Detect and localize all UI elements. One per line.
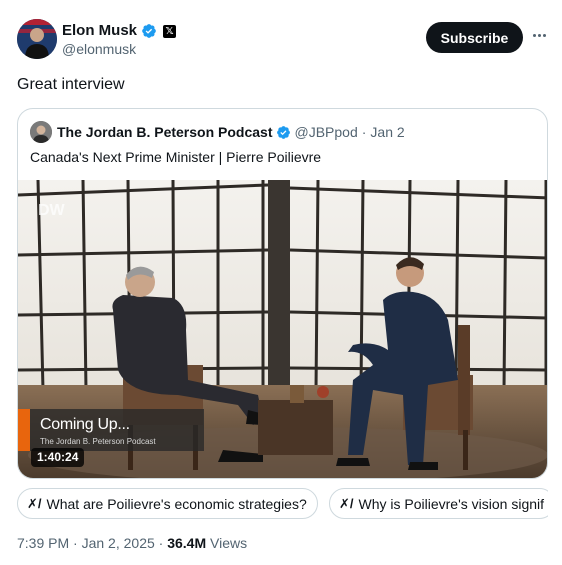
grok-suggestions: ✗/ What are Poilievre's economic strateg… [17, 488, 548, 520]
author-handle[interactable]: @elonmusk [62, 41, 136, 57]
subscribe-button[interactable]: Subscribe [426, 22, 523, 53]
quoted-tweet[interactable]: The Jordan B. Peterson Podcast @JBPpod ·… [17, 108, 548, 479]
author-name-row: Elon Musk 𝕏 [62, 22, 177, 40]
video-watermark: DW [38, 202, 66, 219]
quoted-author-avatar [30, 121, 52, 143]
author-avatar[interactable] [17, 19, 57, 59]
video-player[interactable]: DW Coming Up... The Jordan B. Peterson P… [18, 180, 547, 478]
overlay-title: Coming Up... [40, 416, 130, 433]
grok-icon: ✗/ [27, 495, 42, 511]
views-label: Views [210, 535, 248, 551]
author-display-name[interactable]: Elon Musk [62, 22, 137, 40]
quoted-author-handle: @JBPpod [294, 124, 358, 140]
quoted-tweet-header: The Jordan B. Peterson Podcast @JBPpod ·… [30, 121, 405, 143]
x-affiliate-icon: 𝕏 [163, 24, 177, 38]
more-options-icon[interactable] [529, 25, 549, 45]
grok-chip-label: Why is Poilievre's vision signif [358, 495, 545, 512]
dot-separator: · [73, 535, 78, 551]
verified-badge-icon [276, 125, 290, 139]
dot-separator: · [361, 124, 367, 140]
coming-up-overlay: Coming Up... The Jordan B. Peterson Podc… [18, 409, 204, 451]
views-count: 36.4M [167, 535, 207, 551]
tweet-time[interactable]: 7:39 PM [17, 535, 69, 551]
verified-badge-icon[interactable] [141, 23, 157, 39]
quoted-tweet-text: Canada's Next Prime Minister | Pierre Po… [30, 149, 322, 165]
grok-icon: ✗/ [339, 495, 354, 511]
quoted-tweet-date: Jan 2 [370, 124, 405, 140]
tweet-meta: 7:39 PM · Jan 2, 2025 · 36.4M Views [17, 535, 247, 551]
overlay-accent-bar [18, 409, 30, 451]
grok-chip-label: What are Poilievre's economic strategies… [46, 495, 307, 512]
tweet-date[interactable]: Jan 2, 2025 [82, 535, 155, 551]
video-duration-badge: 1:40:24 [31, 448, 85, 467]
quoted-author-name: The Jordan B. Peterson Podcast [57, 124, 273, 140]
dot-separator: · [158, 535, 164, 551]
tweet-header: Elon Musk 𝕏 @elonmusk Subscribe [17, 19, 547, 59]
tweet-text: Great interview [17, 76, 125, 93]
grok-chip[interactable]: ✗/ What are Poilievre's economic strateg… [17, 488, 318, 519]
overlay-subtitle: The Jordan B. Peterson Podcast [40, 437, 156, 446]
grok-chip[interactable]: ✗/ Why is Poilievre's vision signif [329, 488, 548, 519]
